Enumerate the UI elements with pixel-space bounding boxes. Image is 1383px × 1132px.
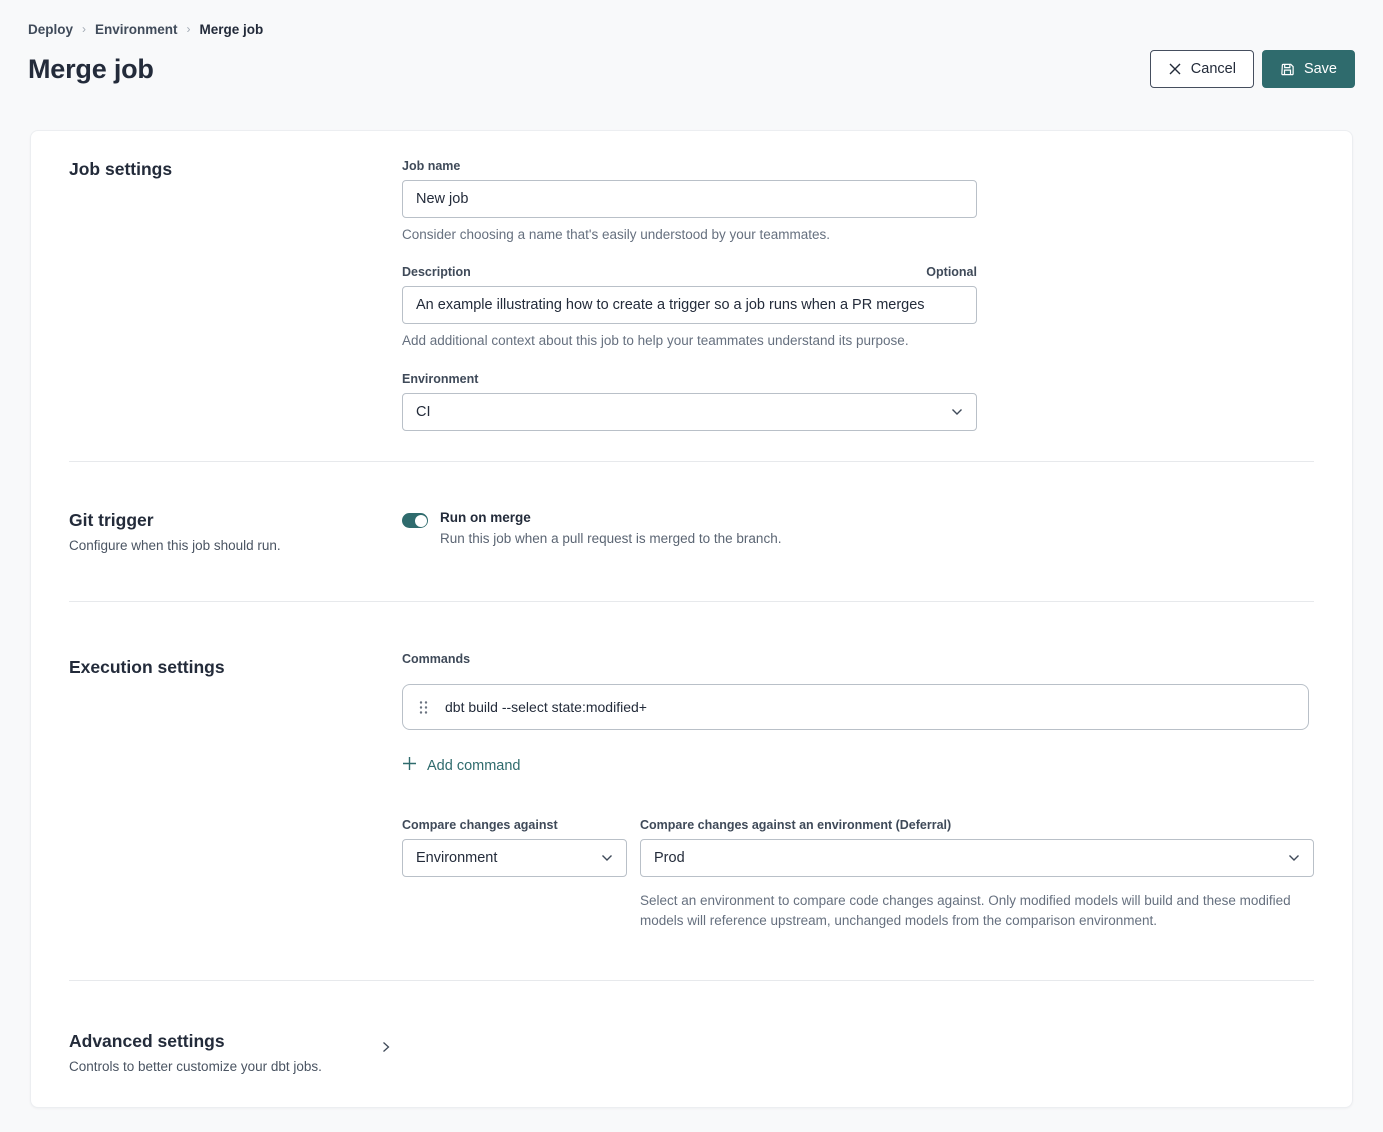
compare-against-label: Compare changes against <box>402 818 627 832</box>
command-input[interactable]: dbt build --select state:modified+ <box>445 699 647 715</box>
section-execution-settings: Execution settings Commands dbt build --… <box>69 602 1314 980</box>
breadcrumb-separator-icon: › <box>82 22 86 36</box>
environment-select-value: CI <box>416 404 431 420</box>
section-advanced-settings[interactable]: Advanced settings Controls to better cus… <box>69 981 1314 1114</box>
header-actions: Cancel Save <box>1150 50 1355 88</box>
plus-icon <box>402 756 417 775</box>
cancel-button[interactable]: Cancel <box>1150 50 1254 88</box>
breadcrumb: Deploy › Environment › Merge job <box>28 22 1355 37</box>
job-name-helper: Consider choosing a name that's easily u… <box>402 227 977 242</box>
description-label: Description <box>402 265 471 279</box>
chevron-down-icon <box>1288 854 1300 862</box>
save-icon <box>1280 62 1295 77</box>
add-command-button[interactable]: Add command <box>402 756 521 775</box>
deferral-label: Compare changes against an environment (… <box>640 818 1314 832</box>
run-on-merge-toggle[interactable] <box>402 513 428 528</box>
save-button[interactable]: Save <box>1262 50 1355 88</box>
chevron-down-icon <box>951 408 963 416</box>
cancel-button-label: Cancel <box>1191 61 1236 77</box>
page-title: Merge job <box>28 54 154 85</box>
page-header: Deploy › Environment › Merge job Merge j… <box>0 0 1383 88</box>
deferral-select[interactable]: Prod <box>640 839 1314 877</box>
close-icon <box>1168 62 1182 76</box>
deferral-helper: Select an environment to compare code ch… <box>640 891 1300 932</box>
description-helper: Add additional context about this job to… <box>402 333 977 348</box>
breadcrumb-separator-icon: › <box>187 22 191 36</box>
job-name-label: Job name <box>402 159 1314 173</box>
breadcrumb-merge-job: Merge job <box>200 22 264 37</box>
advanced-settings-subheading: Controls to better customize your dbt jo… <box>69 1059 402 1074</box>
git-trigger-subheading: Configure when this job should run. <box>69 538 402 553</box>
description-optional-badge: Optional <box>926 265 977 279</box>
section-job-settings: Job settings Job name Consider choosing … <box>69 131 1314 461</box>
execution-settings-heading: Execution settings <box>69 657 402 678</box>
section-git-trigger: Git trigger Configure when this job shou… <box>69 462 1314 601</box>
breadcrumb-environment[interactable]: Environment <box>95 22 178 37</box>
drag-handle-icon[interactable] <box>419 700 428 715</box>
deferral-select-value: Prod <box>654 850 685 866</box>
description-input[interactable] <box>402 286 977 324</box>
breadcrumb-deploy[interactable]: Deploy <box>28 22 73 37</box>
environment-label: Environment <box>402 372 1314 386</box>
save-button-label: Save <box>1304 61 1337 77</box>
chevron-right-icon[interactable] <box>382 1041 390 1053</box>
git-trigger-heading: Git trigger <box>69 510 402 531</box>
job-settings-heading: Job settings <box>69 159 402 180</box>
environment-select[interactable]: CI <box>402 393 977 431</box>
commands-label: Commands <box>402 652 1314 666</box>
chevron-down-icon <box>601 854 613 862</box>
compare-against-select[interactable]: Environment <box>402 839 627 877</box>
add-command-label: Add command <box>427 758 521 774</box>
run-on-merge-label: Run on merge <box>440 510 781 525</box>
compare-against-select-value: Environment <box>416 850 497 866</box>
job-form-card: Job settings Job name Consider choosing … <box>30 130 1353 1108</box>
command-row: dbt build --select state:modified+ <box>402 684 1309 730</box>
run-on-merge-description: Run this job when a pull request is merg… <box>440 531 781 546</box>
toggle-knob <box>415 515 427 527</box>
advanced-settings-heading: Advanced settings <box>69 1031 402 1052</box>
job-name-input[interactable] <box>402 180 977 218</box>
